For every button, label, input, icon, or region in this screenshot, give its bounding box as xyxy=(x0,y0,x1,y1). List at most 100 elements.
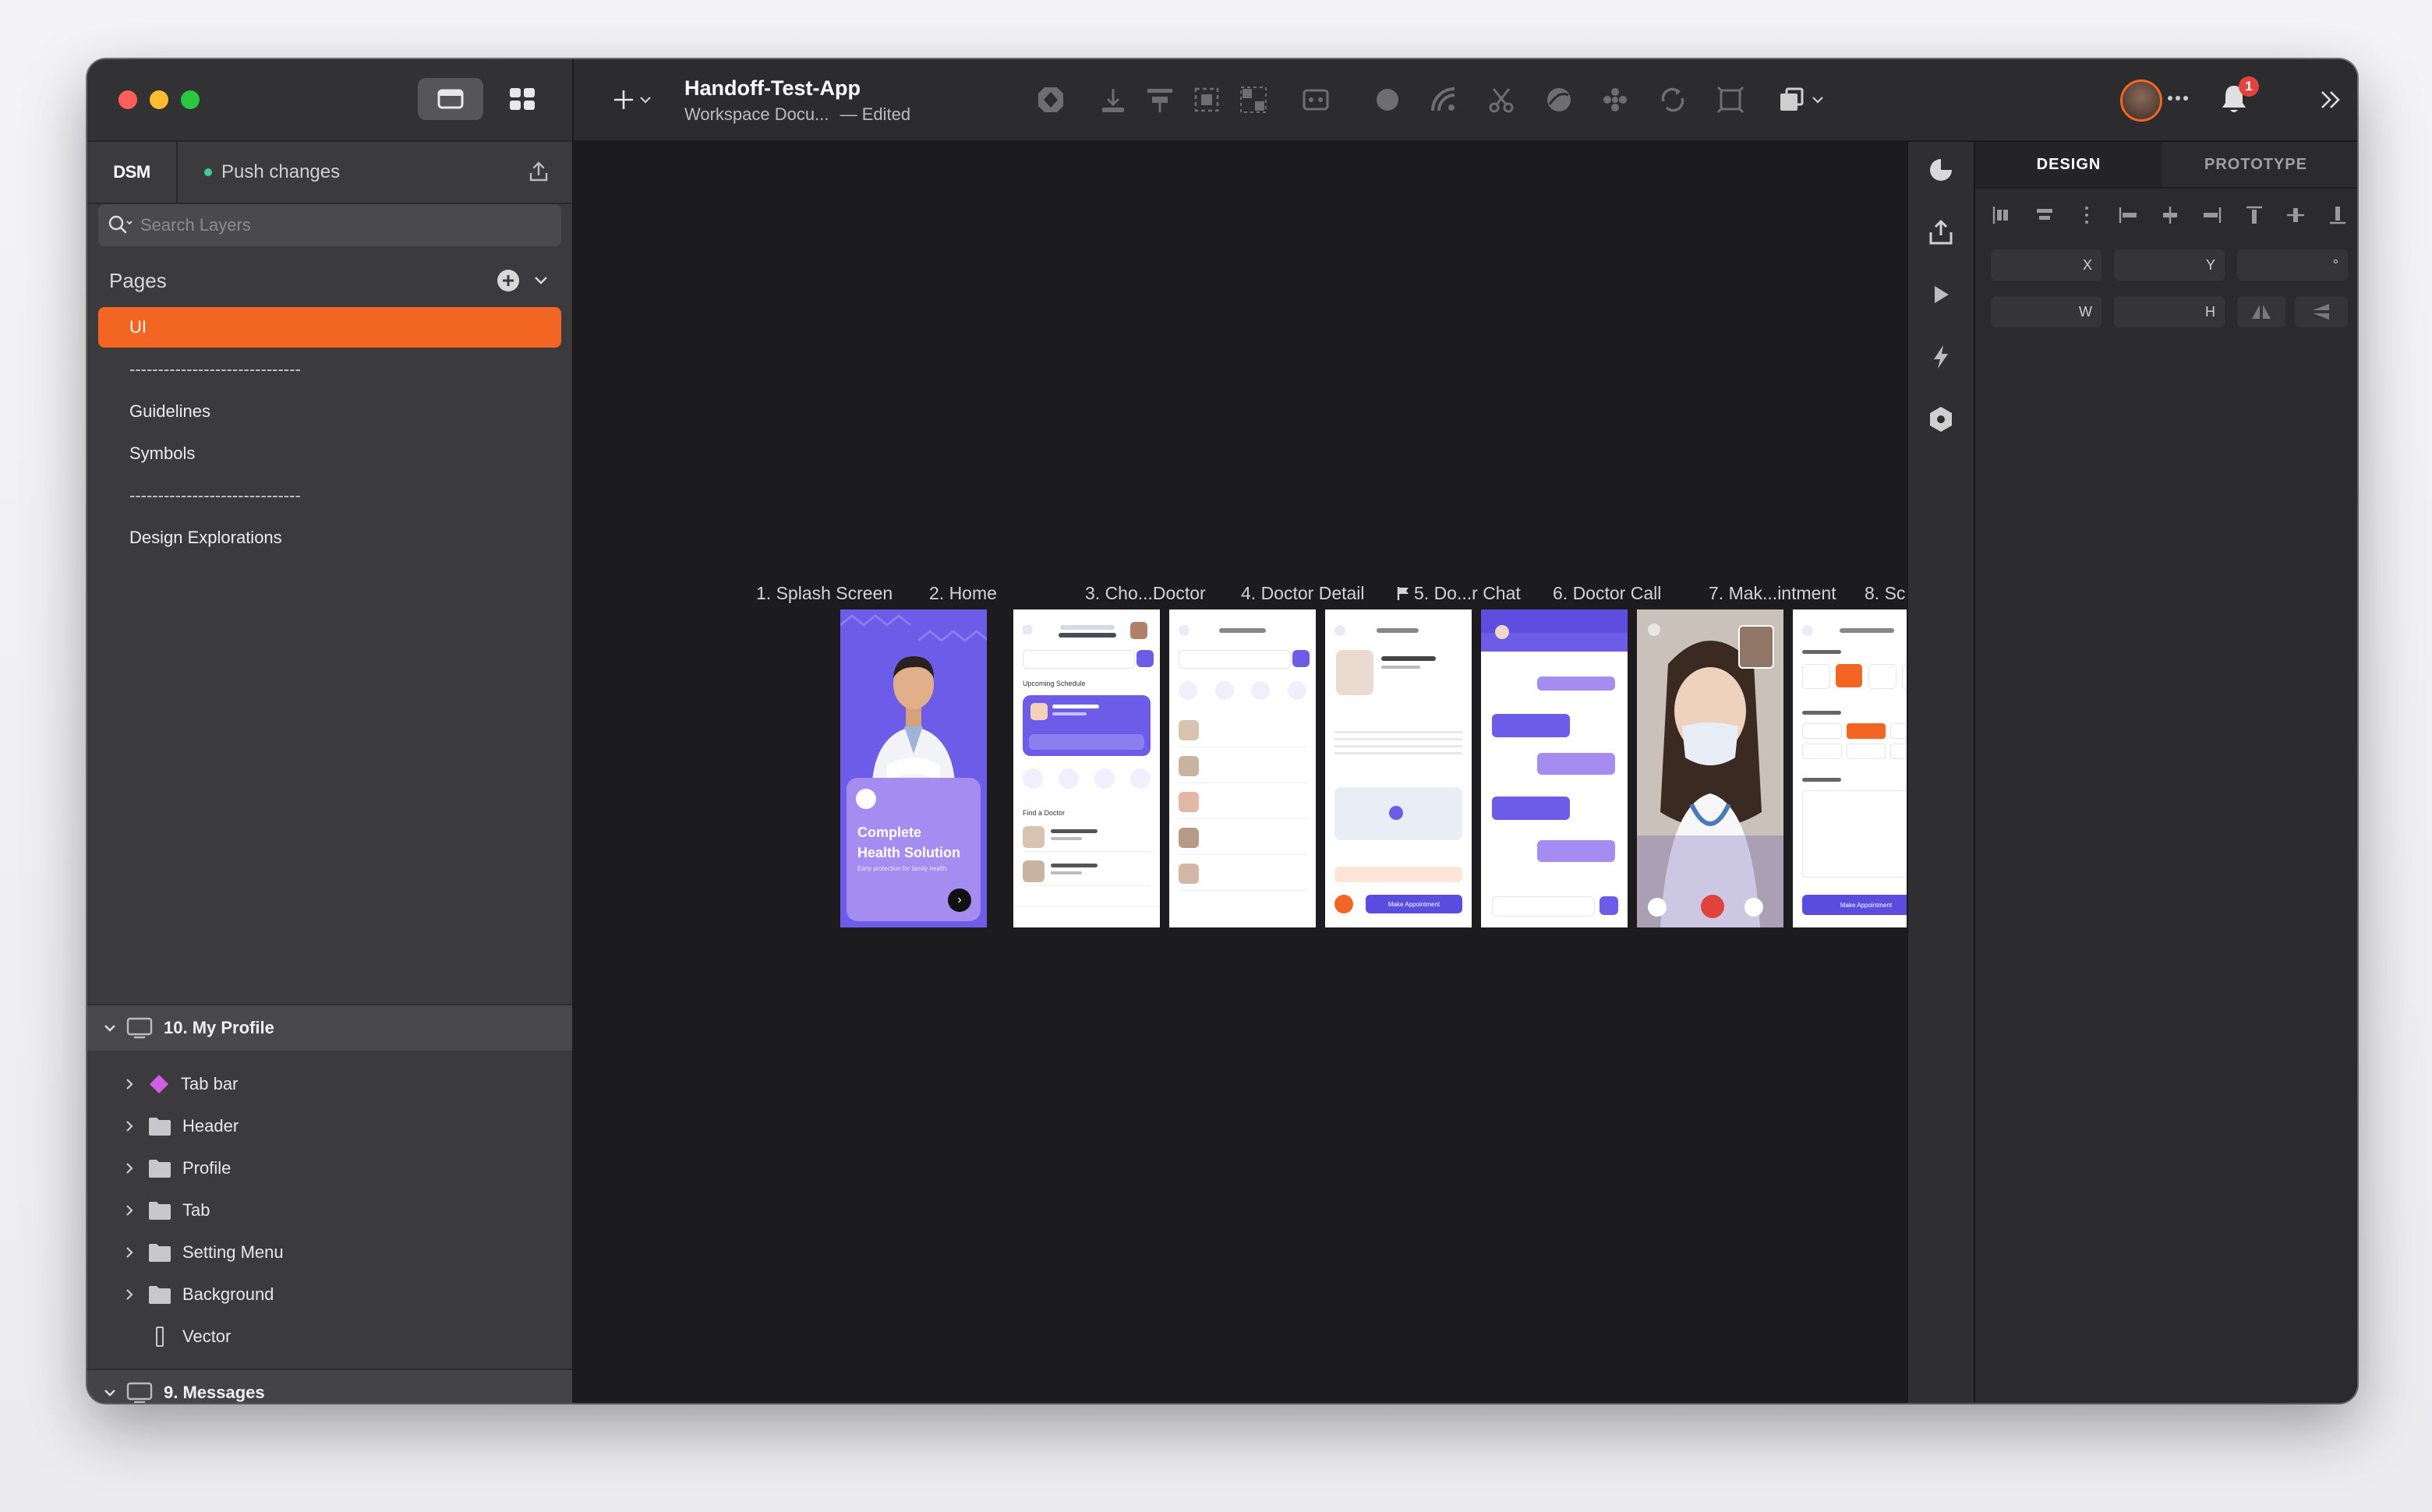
align-left-icon[interactable] xyxy=(1991,203,2014,227)
x-field[interactable]: X xyxy=(1991,249,2101,281)
artboard-doctor-detail[interactable]: Make Appointment xyxy=(1325,609,1472,927)
avatar[interactable] xyxy=(2120,79,2162,122)
artboard-splash-screen[interactable]: Complete Health Solution Early protectio… xyxy=(840,609,987,927)
chevron-right-icon[interactable] xyxy=(123,1245,136,1259)
ungroup-button[interactable] xyxy=(1236,83,1271,117)
chevron-right-icon[interactable] xyxy=(123,1077,136,1091)
export-button[interactable] xyxy=(1924,215,1958,249)
doctor-photo xyxy=(1336,650,1373,695)
artboard-doctor-call[interactable] xyxy=(1637,609,1783,927)
document-location: Workspace Docu... xyxy=(684,104,829,124)
artboard-choose-doctor[interactable] xyxy=(1169,609,1316,927)
styles-button[interactable] xyxy=(1924,153,1958,187)
artboard-label[interactable]: 4. Doctor Detail xyxy=(1241,583,1365,604)
mask-button[interactable] xyxy=(1370,83,1405,117)
plugins-button[interactable] xyxy=(1924,402,1958,436)
chevron-down-icon[interactable] xyxy=(103,1021,117,1035)
rotate-copies-button[interactable] xyxy=(1542,83,1576,117)
layer-group-my-profile[interactable]: 10. My Profile xyxy=(87,1004,572,1051)
group-button[interactable] xyxy=(1189,83,1224,117)
height-field[interactable]: H xyxy=(2114,296,2225,327)
send-to-back-button[interactable] xyxy=(1096,83,1130,117)
layer-item-tab[interactable]: Tab xyxy=(87,1191,572,1230)
page-item-design-explorations[interactable]: Design Explorations xyxy=(98,518,561,558)
upload-icon[interactable] xyxy=(528,161,549,186)
distribute-button[interactable] xyxy=(1143,83,1177,117)
chevron-right-icon[interactable] xyxy=(123,1161,136,1175)
flag-icon xyxy=(1397,587,1409,600)
page-item-divider[interactable]: ------------------------------ xyxy=(98,475,561,516)
artboard-label[interactable]: 6. Doctor Call xyxy=(1553,583,1661,604)
chevron-right-icon[interactable] xyxy=(123,1119,136,1133)
align-top-icon[interactable] xyxy=(2243,203,2266,227)
create-symbol-button[interactable] xyxy=(1299,83,1333,117)
prototype-link-button[interactable] xyxy=(1924,340,1958,374)
dsm-tab[interactable]: DSM xyxy=(87,142,178,203)
outline-button[interactable] xyxy=(1713,83,1748,117)
flip-horizontal-button[interactable] xyxy=(2237,296,2285,327)
rotation-field[interactable]: ° xyxy=(2237,249,2348,281)
scissors-button[interactable] xyxy=(1484,83,1518,117)
flip-vertical-button[interactable] xyxy=(2295,296,2348,327)
align-left-edge-icon[interactable] xyxy=(2116,203,2140,227)
layer-item-background[interactable]: Background xyxy=(87,1275,572,1314)
tab-prototype[interactable]: PROTOTYPE xyxy=(2162,142,2349,187)
align-horizontal-center-icon[interactable] xyxy=(2033,203,2056,227)
push-changes-button[interactable]: Push changes xyxy=(221,161,340,183)
y-field[interactable]: Y xyxy=(2114,249,2225,281)
artboard-doctor-chat[interactable] xyxy=(1481,609,1628,927)
align-center-icon[interactable] xyxy=(2158,203,2182,227)
layer-group-messages[interactable]: 9. Messages xyxy=(87,1369,572,1403)
layer-item-setting-menu[interactable]: Setting Menu xyxy=(87,1233,572,1272)
artboard-label[interactable]: 1. Splash Screen xyxy=(756,583,893,604)
artboard-label[interactable]: 7. Mak...intment xyxy=(1709,583,1836,604)
flatten-button[interactable] xyxy=(1598,83,1632,117)
artboard-label[interactable]: 3. Cho...Doctor xyxy=(1085,583,1206,604)
artboard-home[interactable]: Upcoming Schedule Find a Doctor xyxy=(1013,609,1160,927)
distribute-vertical-icon[interactable] xyxy=(2075,203,2098,227)
resize-menu-toggle[interactable] xyxy=(1808,83,1827,117)
minimize-window-button[interactable] xyxy=(150,90,168,109)
layer-item-header[interactable]: Header xyxy=(87,1107,572,1146)
width-field[interactable]: W xyxy=(1991,296,2101,327)
resize-artboard-button[interactable] xyxy=(1774,83,1808,117)
logo-icon xyxy=(856,789,876,809)
artboard-icon xyxy=(126,1017,153,1039)
align-middle-icon[interactable] xyxy=(2284,203,2307,227)
canvas-view-button[interactable] xyxy=(418,78,483,120)
page-item-symbols[interactable]: Symbols xyxy=(98,433,561,474)
page-item-guidelines[interactable]: Guidelines xyxy=(98,391,561,432)
insert-menu-toggle[interactable] xyxy=(636,83,655,117)
artboard-make-appointment[interactable]: Make Appointment xyxy=(1793,609,1907,927)
canvas[interactable]: 1. Splash Screen 2. Home 3. Cho...Doctor… xyxy=(574,142,1907,1403)
chevron-down-icon[interactable] xyxy=(532,271,550,290)
align-bottom-icon[interactable] xyxy=(2326,203,2349,227)
app-window: DSM Push changes Pages UI --------------… xyxy=(87,59,2357,1403)
zoom-window-button[interactable] xyxy=(181,90,200,109)
tab-design[interactable]: DESIGN xyxy=(1975,142,2162,187)
align-right-edge-icon[interactable] xyxy=(2200,203,2224,227)
layer-item-vector[interactable]: Vector xyxy=(87,1317,572,1356)
document-title[interactable]: Handoff-Test-App xyxy=(684,76,861,101)
collaborators-more-button[interactable] xyxy=(2161,81,2195,115)
close-window-button[interactable] xyxy=(118,90,137,109)
page-item-divider[interactable]: ------------------------------ xyxy=(98,349,561,390)
layer-item-profile[interactable]: Profile xyxy=(87,1149,572,1188)
preview-button[interactable] xyxy=(1924,277,1958,312)
layer-search[interactable] xyxy=(98,204,561,246)
artboard-label[interactable]: 2. Home xyxy=(929,583,997,604)
search-layers-input[interactable] xyxy=(139,214,516,236)
workspace-view-button[interactable] xyxy=(490,78,555,120)
chevron-right-icon[interactable] xyxy=(123,1203,136,1217)
layer-item-tab-bar[interactable]: Tab bar xyxy=(87,1065,572,1104)
page-item-ui[interactable]: UI xyxy=(98,307,561,348)
chevron-down-icon[interactable] xyxy=(103,1386,117,1400)
chevron-right-icon[interactable] xyxy=(123,1288,136,1302)
artboard-label[interactable]: 8. Sch xyxy=(1865,583,1907,604)
transform-button[interactable] xyxy=(1656,83,1690,117)
scale-button[interactable] xyxy=(1426,83,1461,117)
toggle-inspector-button[interactable] xyxy=(2314,83,2348,117)
component-button[interactable] xyxy=(1034,83,1068,117)
add-page-icon[interactable] xyxy=(496,268,521,293)
artboard-label[interactable]: 5. Do...r Chat xyxy=(1397,583,1521,604)
